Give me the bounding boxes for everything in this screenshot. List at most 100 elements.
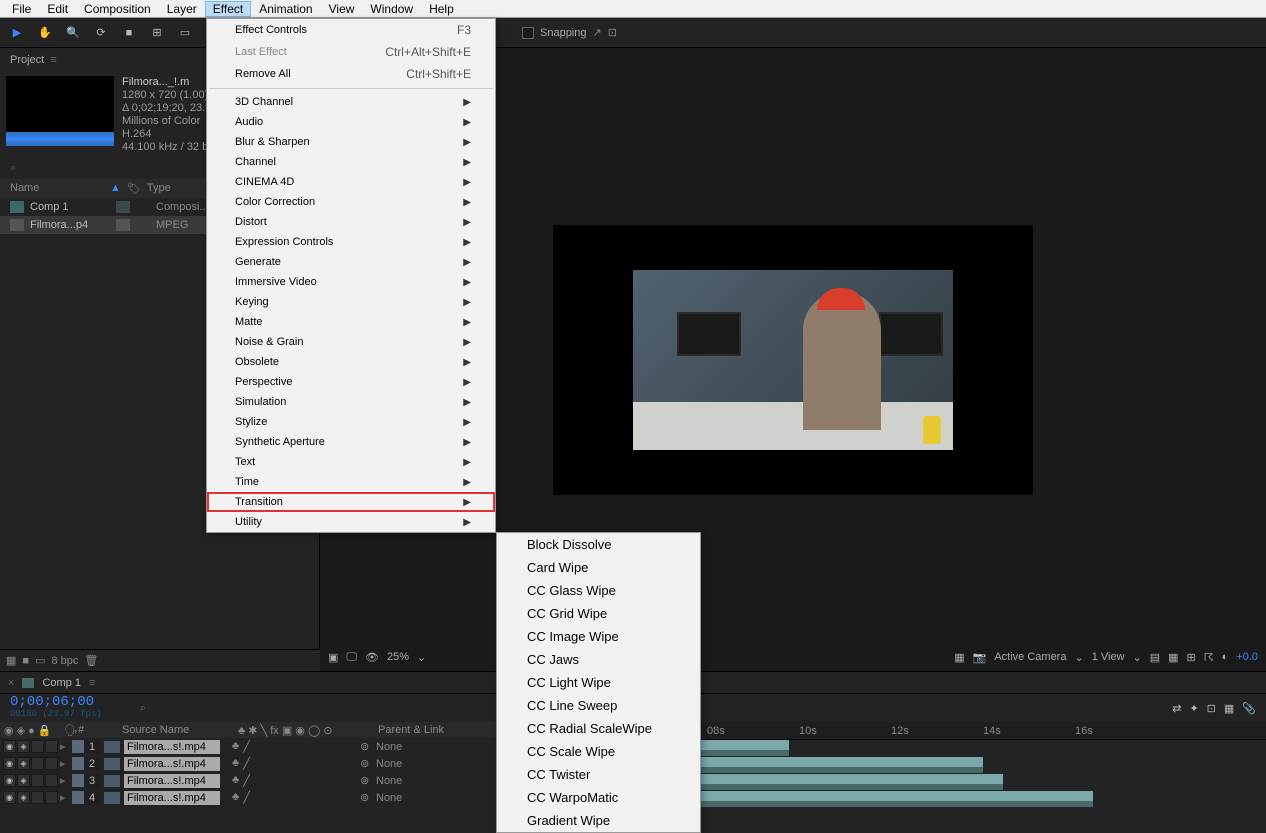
audio-toggle[interactable]: ◈ [17, 774, 30, 787]
camera-select[interactable]: Active Camera [994, 651, 1066, 663]
zoom-level[interactable]: 25% [387, 651, 409, 663]
menu-help[interactable]: Help [421, 1, 462, 17]
footer-icon[interactable]: ■ [22, 655, 29, 667]
effect-cat-perspective[interactable]: Perspective▶ [207, 372, 495, 392]
selection-tool-icon[interactable]: ▶ [6, 22, 28, 44]
tl-btn[interactable]: ▦ [1224, 702, 1234, 715]
layer-name[interactable]: Filmora...s!.mp4 [124, 757, 220, 771]
sort-icon[interactable]: ▲ [110, 182, 121, 195]
pickwhip-icon[interactable]: ⊚ [360, 757, 376, 770]
close-icon[interactable]: × [8, 677, 14, 689]
transition-card-wipe[interactable]: Card Wipe [497, 556, 700, 579]
lock-toggle[interactable] [45, 757, 58, 770]
layer-switches[interactable]: ♣ ╱ [220, 774, 360, 787]
effect-cat-audio[interactable]: Audio▶ [207, 112, 495, 132]
effect-item-effect-controls[interactable]: Effect ControlsF3 [207, 19, 495, 41]
solo-toggle[interactable] [31, 757, 44, 770]
effect-cat-synthetic-aperture[interactable]: Synthetic Aperture▶ [207, 432, 495, 452]
trash-icon[interactable]: 🗑 [84, 654, 98, 667]
transition-cc-jaws[interactable]: CC Jaws [497, 648, 700, 671]
exposure-icon[interactable]: ◐ [1222, 651, 1229, 663]
label-color[interactable] [72, 740, 84, 753]
menu-composition[interactable]: Composition [76, 1, 159, 17]
layer-name[interactable]: Filmora...s!.mp4 [124, 740, 220, 754]
transition-cc-glass-wipe[interactable]: CC Glass Wipe [497, 579, 700, 602]
tl-btn[interactable]: ⇄ [1172, 702, 1181, 715]
layer-switches[interactable]: ♣ ╱ [220, 791, 360, 804]
viewer-btn[interactable]: ▦ [954, 651, 964, 664]
chevron-down-icon[interactable]: ⌄ [1074, 651, 1083, 664]
menu-view[interactable]: View [321, 1, 363, 17]
menu-animation[interactable]: Animation [251, 1, 320, 17]
transition-block-dissolve[interactable]: Block Dissolve [497, 533, 700, 556]
layer-row[interactable]: ◉◈ ▸ 3 Filmora...s!.mp4 ♣ ╱ ⊚ None [0, 772, 503, 789]
effect-cat-matte[interactable]: Matte▶ [207, 312, 495, 332]
viewer-btn[interactable]: 👁 [365, 651, 379, 664]
menu-effect[interactable]: Effect [205, 1, 251, 17]
effect-cat-obsolete[interactable]: Obsolete▶ [207, 352, 495, 372]
footer-icon[interactable]: ▦ [6, 654, 16, 667]
shy-icon[interactable]: 🗣 [64, 724, 78, 737]
col-type[interactable]: Type [147, 182, 171, 195]
snap-icon-2[interactable]: ⊡ [608, 26, 617, 39]
snapping-toggle[interactable]: Snapping ↗ ⊡ [522, 26, 617, 39]
col-name[interactable]: Name [10, 182, 110, 195]
rotate-tool-icon[interactable]: ⟳ [90, 22, 112, 44]
pickwhip-icon[interactable]: ⊚ [360, 774, 376, 787]
effect-cat-distort[interactable]: Distort▶ [207, 212, 495, 232]
menu-file[interactable]: File [4, 1, 39, 17]
effect-cat-channel[interactable]: Channel▶ [207, 152, 495, 172]
menu-window[interactable]: Window [362, 1, 421, 17]
effect-cat-utility[interactable]: Utility▶ [207, 512, 495, 532]
audio-toggle[interactable]: ◈ [17, 757, 30, 770]
menu-edit[interactable]: Edit [39, 1, 76, 17]
audio-toggle[interactable]: ◈ [17, 791, 30, 804]
visibility-toggle[interactable]: ◉ [3, 740, 16, 753]
effect-cat-keying[interactable]: Keying▶ [207, 292, 495, 312]
transition-cc-grid-wipe[interactable]: CC Grid Wipe [497, 602, 700, 625]
solo-toggle[interactable] [31, 791, 44, 804]
layer-name[interactable]: Filmora...s!.mp4 [124, 791, 220, 805]
rect-tool-icon[interactable]: ▭ [174, 22, 196, 44]
layer-row[interactable]: ◉◈ ▸ 2 Filmora...s!.mp4 ♣ ╱ ⊚ None [0, 755, 503, 772]
chevron-down-icon[interactable]: ⌄ [417, 651, 426, 664]
expand-icon[interactable]: ▸ [60, 757, 72, 770]
solo-toggle[interactable] [31, 774, 44, 787]
hand-tool-icon[interactable]: ✋ [34, 22, 56, 44]
transition-cc-scale-wipe[interactable]: CC Scale Wipe [497, 740, 700, 763]
expand-icon[interactable]: ▸ [60, 791, 72, 804]
effect-item-remove-all[interactable]: Remove AllCtrl+Shift+E [207, 63, 495, 85]
zoom-tool-icon[interactable]: 🔍 [62, 22, 84, 44]
parent-select[interactable]: None [376, 758, 456, 770]
visibility-toggle[interactable]: ◉ [3, 757, 16, 770]
footer-icon[interactable]: ▭ [35, 654, 45, 667]
panel-menu-icon[interactable]: ≡ [50, 54, 56, 66]
bpc-label[interactable]: 8 bpc [51, 655, 78, 667]
parent-select[interactable]: None [376, 775, 456, 787]
camera-tool-icon[interactable]: ■ [118, 22, 140, 44]
solo-toggle[interactable] [31, 740, 44, 753]
layer-switches[interactable]: ♣ ╱ [220, 757, 360, 770]
viewer-btn[interactable]: ▤ [1150, 651, 1160, 664]
label-color[interactable] [72, 757, 84, 770]
snap-icon-1[interactable]: ↗ [593, 26, 602, 39]
timeline-tab-label[interactable]: Comp 1 [42, 677, 81, 689]
transition-gradient-wipe[interactable]: Gradient Wipe [497, 809, 700, 832]
search-icon[interactable]: ⌕ [140, 702, 146, 715]
layer-switches[interactable]: ♣ ╱ [220, 740, 360, 753]
effect-cat-time[interactable]: Time▶ [207, 472, 495, 492]
audio-toggle[interactable]: ◈ [17, 740, 30, 753]
transition-cc-image-wipe[interactable]: CC Image Wipe [497, 625, 700, 648]
parent-select[interactable]: None [376, 741, 456, 753]
view-select[interactable]: 1 View [1092, 651, 1125, 663]
lock-toggle[interactable] [45, 740, 58, 753]
pickwhip-icon[interactable]: ⊚ [360, 791, 376, 804]
effect-cat-transition[interactable]: Transition▶ [207, 492, 495, 512]
effect-cat-cinema-4d[interactable]: CINEMA 4D▶ [207, 172, 495, 192]
viewer-btn[interactable]: ▣ [328, 651, 338, 664]
snapping-checkbox[interactable] [522, 27, 534, 39]
visibility-toggle[interactable]: ◉ [3, 791, 16, 804]
viewer-btn[interactable]: ☈ [1204, 651, 1214, 664]
viewer-frame[interactable] [553, 225, 1033, 495]
asset-thumbnail[interactable] [6, 76, 114, 146]
